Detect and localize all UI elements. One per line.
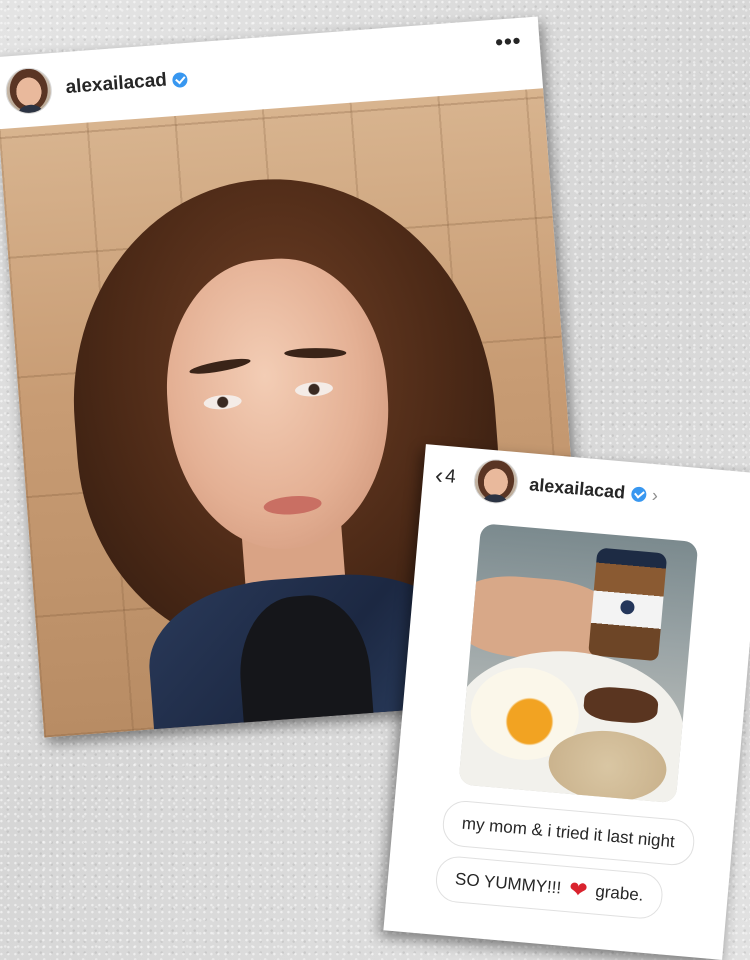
direct-message-card: ‹ 4 alexailacad › my mom & i tried it la… <box>383 444 750 960</box>
verified-badge-icon <box>172 71 189 88</box>
more-options-icon[interactable]: ••• <box>494 28 522 56</box>
dm-username[interactable]: alexailacad <box>528 474 626 503</box>
dm-verified-badge-icon <box>630 485 647 502</box>
unread-count: 4 <box>444 465 457 488</box>
dm-avatar[interactable] <box>471 457 520 506</box>
heart-icon: ❤ <box>568 876 589 903</box>
message-bubble[interactable]: my mom & i tried it last night <box>441 799 696 867</box>
avatar[interactable] <box>4 66 54 116</box>
chevron-right-icon[interactable]: › <box>651 485 659 506</box>
post-username[interactable]: alexailacad <box>65 70 168 100</box>
message-text: SO YUMMY!!! <box>454 869 562 898</box>
dm-header: ‹ 4 alexailacad › <box>421 444 750 535</box>
dm-shared-photo[interactable] <box>458 523 699 804</box>
back-chevron-icon[interactable]: ‹ <box>434 462 444 490</box>
message-bubble[interactable]: SO YUMMY!!! ❤ grabe. <box>434 854 665 921</box>
message-text: grabe. <box>594 881 645 905</box>
message-text: my mom & i tried it last night <box>461 813 676 852</box>
